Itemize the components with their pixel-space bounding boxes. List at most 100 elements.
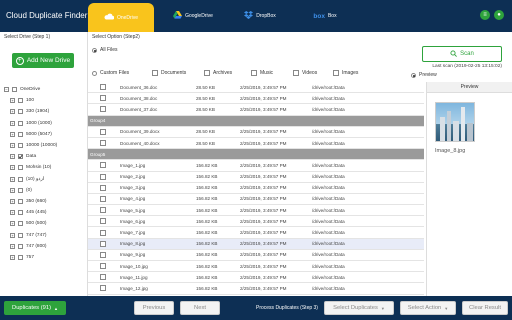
- row-checkbox[interactable]: [100, 95, 106, 102]
- all-files-option[interactable]: All Files: [92, 47, 118, 53]
- music-checkbox[interactable]: [251, 70, 257, 76]
- menu-icon[interactable]: ≡: [480, 10, 490, 20]
- tree-item[interactable]: +747 (800): [4, 241, 86, 252]
- table-row[interactable]: Image_7.jpg 156.82 KB 2/25/2019, 3:49:57 P…: [88, 227, 424, 239]
- tree-checkbox[interactable]: [18, 232, 23, 238]
- tree-checkbox[interactable]: [18, 198, 23, 204]
- user-icon[interactable]: ●: [494, 10, 504, 20]
- row-checkbox[interactable]: [100, 84, 106, 91]
- table-row[interactable]: Image_5.jpg 156.82 KB 2/25/2019, 3:49:57 P…: [88, 205, 424, 217]
- tree-checkbox[interactable]: [18, 221, 23, 227]
- tree-root[interactable]: − OneDrive: [4, 84, 86, 95]
- clear-result-button[interactable]: Clear Result: [462, 301, 508, 315]
- tree-item[interactable]: +757: [4, 252, 86, 263]
- all-files-radio[interactable]: [92, 47, 97, 53]
- expand-icon[interactable]: +: [10, 154, 15, 160]
- tree-item[interactable]: + Mohsin (10): [4, 162, 86, 173]
- tree-item[interactable]: + (0): [4, 185, 86, 196]
- images-checkbox[interactable]: [333, 70, 339, 76]
- row-checkbox[interactable]: [100, 218, 106, 225]
- tree-checkbox[interactable]: [18, 243, 23, 249]
- tree-checkbox[interactable]: [18, 187, 23, 193]
- expand-icon[interactable]: +: [10, 254, 15, 260]
- next-button[interactable]: Next: [180, 301, 220, 315]
- tree-item[interactable]: +500 (500): [4, 218, 86, 229]
- table-row-selected[interactable]: Image_8.jpg 156.82 KB 2/25/2019, 3:49:57 P…: [88, 238, 424, 250]
- tree-checkbox[interactable]: [12, 87, 17, 93]
- row-checkbox[interactable]: [100, 195, 106, 202]
- expand-icon[interactable]: +: [10, 187, 15, 193]
- group-header[interactable]: Group4: [88, 115, 424, 127]
- expand-icon[interactable]: +: [10, 198, 15, 204]
- archives-checkbox[interactable]: [204, 70, 210, 76]
- table-row[interactable]: Image_6.jpg 156.82 KB 2/25/2019, 3:49:57 P…: [88, 216, 424, 228]
- tree-item-data[interactable]: + Data: [4, 151, 86, 162]
- custom-files-radio[interactable]: [92, 70, 97, 76]
- tree-checkbox[interactable]: [18, 131, 23, 137]
- expand-icon[interactable]: +: [10, 131, 15, 137]
- tab-dropbox[interactable]: DropBox: [230, 0, 290, 32]
- type-archives[interactable]: Archives: [204, 70, 232, 76]
- table-row[interactable]: Image_2.jpg 156.82 KB 2/25/2019, 3:49:57 P…: [88, 172, 424, 183]
- type-music[interactable]: Music: [251, 70, 273, 76]
- collapse-icon[interactable]: −: [4, 87, 9, 93]
- expand-icon[interactable]: +: [10, 243, 15, 249]
- row-checkbox[interactable]: [100, 184, 106, 191]
- table-row[interactable]: Document_40.docx 28.50 KB 2/25/2019, 3:49:…: [88, 138, 424, 150]
- tab-box[interactable]: box Box: [300, 0, 350, 32]
- tab-onedrive[interactable]: OneDrive: [88, 3, 154, 32]
- expand-icon[interactable]: +: [10, 176, 15, 182]
- expand-icon[interactable]: +: [10, 232, 15, 238]
- table-row[interactable]: Image_10.jpg 156.82 KB 2/25/2019, 3:49:57 …: [88, 261, 424, 273]
- table-row[interactable]: Document_37.doc 28.50 KB 2/25/2019, 3:49:5…: [88, 104, 424, 116]
- row-checkbox[interactable]: [100, 229, 106, 236]
- row-checkbox[interactable]: [100, 106, 106, 113]
- row-checkbox[interactable]: [100, 162, 106, 169]
- scan-button[interactable]: Scan: [422, 46, 502, 62]
- tree-checkbox[interactable]: [18, 165, 23, 171]
- tree-checkbox[interactable]: [18, 210, 23, 216]
- tree-item[interactable]: +330 (1904): [4, 106, 86, 117]
- checked-checkbox-icon[interactable]: [18, 154, 23, 160]
- documents-checkbox[interactable]: [152, 70, 158, 76]
- row-checkbox[interactable]: [100, 173, 106, 180]
- tree-item[interactable]: +350 (660): [4, 196, 86, 207]
- tree-checkbox[interactable]: [18, 143, 23, 149]
- preview-radio[interactable]: [411, 72, 416, 78]
- tree-item[interactable]: +747 (747): [4, 229, 86, 240]
- row-checkbox[interactable]: [100, 285, 106, 292]
- tree-checkbox[interactable]: [18, 120, 23, 126]
- type-videos[interactable]: Videos: [293, 70, 317, 76]
- table-row[interactable]: Image_11.jpg 156.82 KB 2/25/2019, 3:49:57 …: [88, 272, 424, 284]
- row-checkbox[interactable]: [100, 240, 106, 247]
- tree-item[interactable]: +5000 (5047): [4, 129, 86, 140]
- expand-icon[interactable]: +: [10, 109, 15, 115]
- tree-checkbox[interactable]: [18, 254, 23, 260]
- row-checkbox[interactable]: [100, 263, 106, 270]
- tree-item[interactable]: +1000 (1000): [4, 118, 86, 129]
- videos-checkbox[interactable]: [293, 70, 299, 76]
- type-documents[interactable]: Documents: [152, 70, 186, 76]
- row-checkbox[interactable]: [100, 128, 106, 135]
- table-row[interactable]: Document_38.doc 28.50 KB 2/25/2019, 3:49:5…: [88, 93, 424, 105]
- tree-checkbox[interactable]: [18, 98, 23, 104]
- custom-files-option[interactable]: Custom Files: [92, 70, 129, 76]
- type-images[interactable]: Images: [333, 70, 358, 76]
- table-row[interactable]: Image_1.jpg 156.82 KB 2/25/2019, 3:49:57 P…: [88, 160, 424, 172]
- tab-googledrive[interactable]: GoogleDrive: [160, 0, 226, 32]
- tree-checkbox[interactable]: [18, 109, 23, 115]
- add-drive-button[interactable]: + Add New Drive: [12, 53, 74, 68]
- tree-item[interactable]: +10000 (10000): [4, 140, 86, 151]
- tree-checkbox[interactable]: [18, 176, 23, 182]
- expand-icon[interactable]: +: [10, 120, 15, 126]
- tree-item[interactable]: +100: [4, 95, 86, 106]
- table-row[interactable]: Image_3.jpg 156.82 KB 2/25/2019, 3:49:57 P…: [88, 183, 424, 194]
- table-row[interactable]: Document_36.doc 28.50 KB 2/25/2019, 3:49:5…: [88, 82, 424, 94]
- row-checkbox[interactable]: [100, 274, 106, 281]
- tree-item[interactable]: + اردو (10): [4, 174, 86, 185]
- table-row[interactable]: Image_4.jpg 156.82 KB 2/25/2019, 3:49:57 P…: [88, 194, 424, 206]
- row-checkbox[interactable]: [100, 251, 106, 258]
- expand-icon[interactable]: +: [10, 221, 15, 227]
- table-row[interactable]: Image_9.jpg 156.82 KB 2/25/2019, 3:49:57 P…: [88, 250, 424, 261]
- tree-item[interactable]: +445 (445): [4, 207, 86, 218]
